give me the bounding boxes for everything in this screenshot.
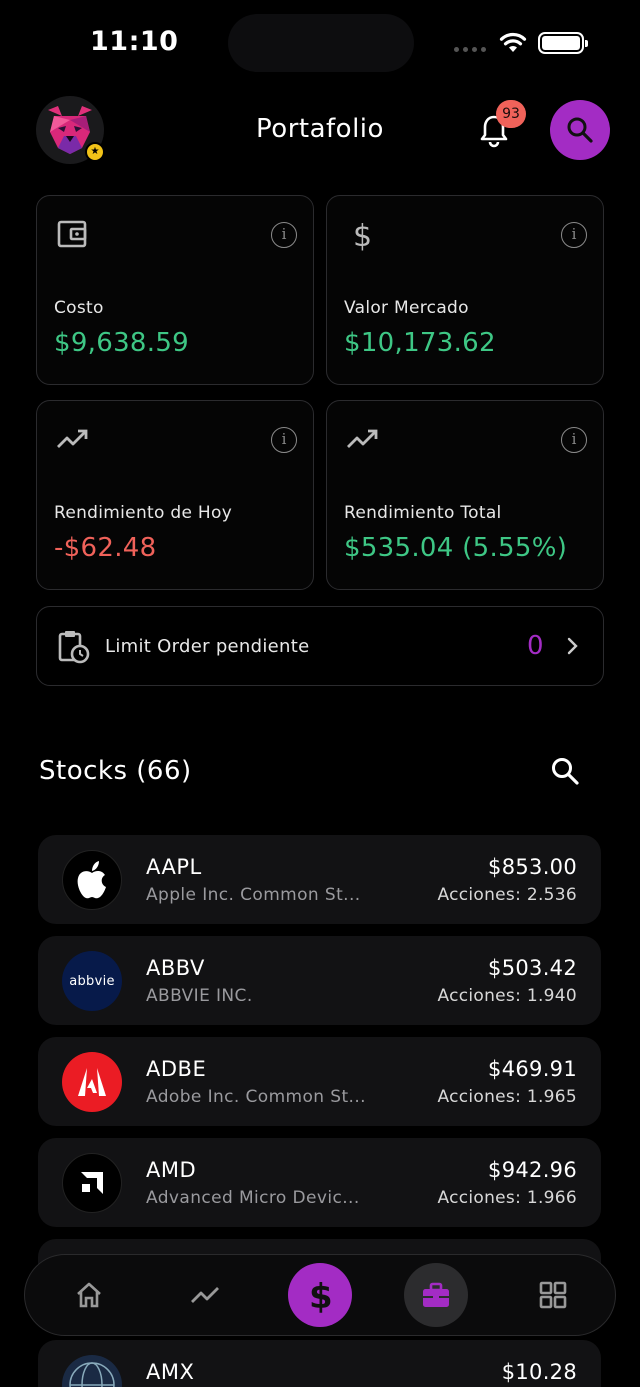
stock-price: $503.42 <box>488 956 577 980</box>
info-icon[interactable]: i <box>271 222 297 248</box>
signal-icon <box>454 47 486 52</box>
card-label: Valor Mercado <box>344 298 469 318</box>
stock-row-amd[interactable]: AMD Advanced Micro Devic... $942.96 Acci… <box>38 1138 601 1227</box>
page-title: Portafolio <box>256 114 384 144</box>
card-label: Rendimiento Total <box>344 503 502 523</box>
info-icon[interactable]: i <box>271 427 297 453</box>
card-rendimiento-total[interactable]: i Rendimiento Total $535.04 (5.55%) <box>326 400 604 590</box>
stock-name: Adobe Inc. Common St... <box>146 1087 366 1107</box>
limit-order-count: 0 <box>527 631 544 661</box>
info-icon[interactable]: i <box>561 222 587 248</box>
apple-logo <box>62 850 122 910</box>
medal-icon: ★ <box>85 142 105 162</box>
tab-trade[interactable]: $ <box>288 1263 352 1327</box>
stock-ticker: AMD <box>146 1158 197 1182</box>
clipboard-clock-icon <box>58 631 90 664</box>
stock-price: $469.91 <box>488 1057 577 1081</box>
briefcase-icon <box>423 1282 449 1307</box>
stock-ticker: AMX <box>146 1360 195 1384</box>
chevron-right-icon <box>567 637 578 655</box>
search-button[interactable] <box>550 100 610 160</box>
stock-price: $10.28 <box>501 1360 577 1384</box>
tab-home[interactable] <box>57 1263 121 1327</box>
search-icon <box>567 117 593 143</box>
search-icon[interactable] <box>550 756 580 786</box>
stock-shares: Acciones: 2.536 <box>437 885 577 905</box>
stock-name: ABBVIE INC. <box>146 986 253 1006</box>
status-time: 11:10 <box>90 26 179 57</box>
stock-name: Advanced Micro Devic... <box>146 1188 360 1208</box>
stock-price: $853.00 <box>488 855 577 879</box>
card-costo[interactable]: i Costo $9,638.59 <box>36 195 314 385</box>
notification-badge: 93 <box>496 100 526 128</box>
trending-up-icon <box>57 429 88 448</box>
trending-icon <box>191 1287 219 1303</box>
card-label: Rendimiento de Hoy <box>54 503 233 523</box>
stock-ticker: AAPL <box>146 855 202 879</box>
tab-markets[interactable] <box>173 1263 237 1327</box>
trending-up-icon <box>347 429 378 448</box>
card-value: $10,173.62 <box>344 328 496 358</box>
card-label: Costo <box>54 298 104 318</box>
stock-row-adbe[interactable]: ADBE Adobe Inc. Common St... $469.91 Acc… <box>38 1037 601 1126</box>
limit-order-label: Limit Order pendiente <box>105 636 310 657</box>
wifi-icon <box>499 32 527 52</box>
dynamic-island <box>228 14 414 72</box>
dollar-icon: $ <box>353 219 372 252</box>
stocks-title: Stocks (66) <box>39 756 192 786</box>
tab-bar: $ <box>24 1254 616 1336</box>
stock-price: $942.96 <box>488 1158 577 1182</box>
dollar-icon: $ <box>309 1277 333 1315</box>
card-value: $535.04 (5.55%) <box>344 533 568 563</box>
svg-text:$: $ <box>309 1277 333 1315</box>
tab-portfolio[interactable] <box>404 1263 468 1327</box>
info-icon[interactable]: i <box>561 427 587 453</box>
stock-shares: Acciones: 1.966 <box>437 1188 577 1208</box>
adobe-logo <box>62 1052 122 1112</box>
home-icon <box>77 1282 101 1308</box>
amd-logo <box>62 1153 122 1213</box>
limit-order-row[interactable]: Limit Order pendiente 0 <box>36 606 604 686</box>
svg-text:$: $ <box>353 219 372 252</box>
stock-shares: Acciones: 1.940 <box>437 986 577 1006</box>
abbvie-logo: abbvie <box>62 951 122 1011</box>
stock-row-abbv[interactable]: abbvie ABBV ABBVIE INC. $503.42 Acciones… <box>38 936 601 1025</box>
stock-row-aapl[interactable]: AAPL Apple Inc. Common St... $853.00 Acc… <box>38 835 601 924</box>
stock-row-amx[interactable]: AMX $10.28 <box>38 1340 601 1387</box>
amx-logo <box>62 1355 122 1387</box>
stock-ticker: ADBE <box>146 1057 207 1081</box>
grid-icon <box>539 1281 567 1309</box>
wallet-icon <box>57 220 87 248</box>
card-value: $9,638.59 <box>54 328 190 358</box>
stock-name: Apple Inc. Common St... <box>146 885 361 905</box>
tab-more[interactable] <box>521 1263 585 1327</box>
card-rendimiento-hoy[interactable]: i Rendimiento de Hoy -$62.48 <box>36 400 314 590</box>
card-value: -$62.48 <box>54 533 157 563</box>
battery-icon <box>538 32 588 54</box>
stock-ticker: ABBV <box>146 956 205 980</box>
card-valor-mercado[interactable]: $ i Valor Mercado $10,173.62 <box>326 195 604 385</box>
stock-shares: Acciones: 1.965 <box>437 1087 577 1107</box>
